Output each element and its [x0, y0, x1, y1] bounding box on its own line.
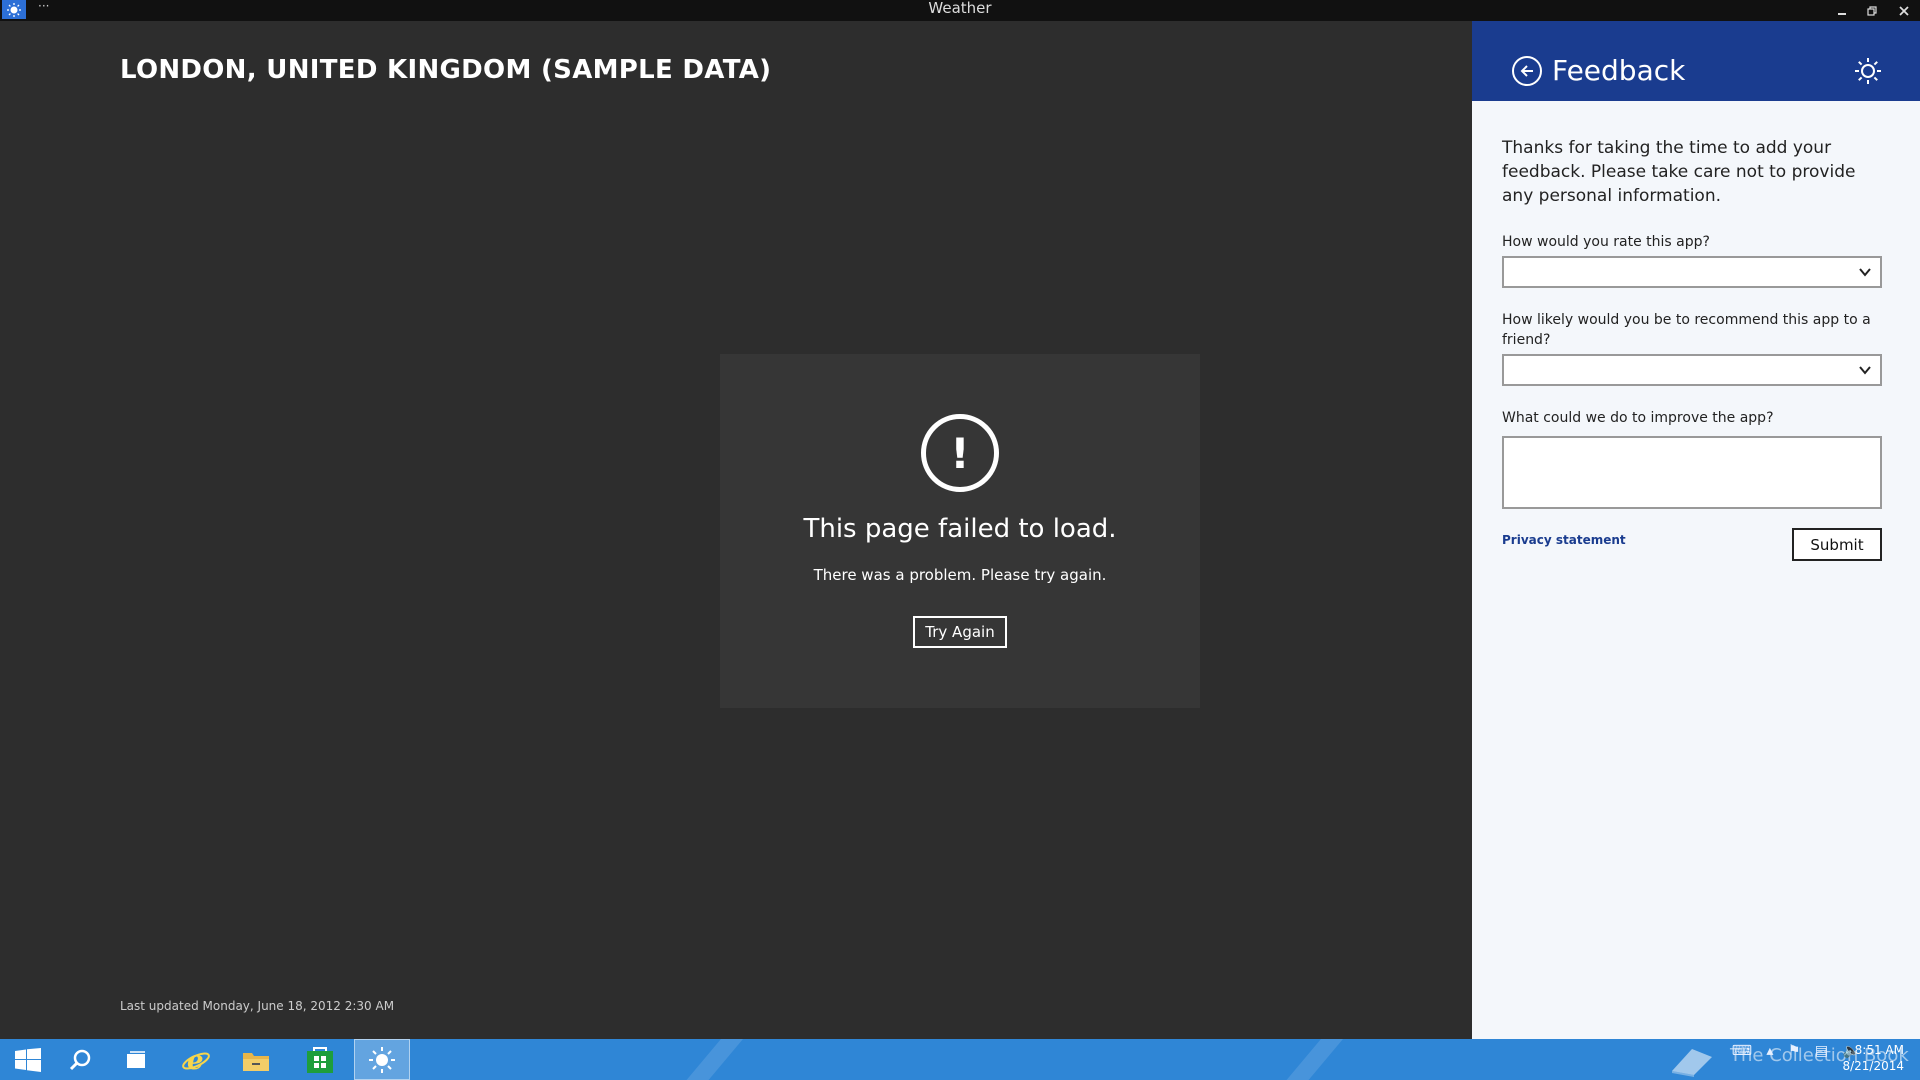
back-arrow-icon[interactable] [1512, 56, 1542, 86]
task-view-icon [127, 1050, 145, 1068]
warning-icon: ! [921, 414, 999, 492]
weather-taskbar-button[interactable] [354, 1039, 410, 1080]
weather-main-area: LONDON, UNITED KINGDOM (SAMPLE DATA) ! T… [0, 21, 1472, 1039]
feedback-header: Feedback [1472, 21, 1920, 101]
network-icon[interactable]: ▤ [1815, 1043, 1828, 1059]
windows-logo-icon [15, 1047, 41, 1072]
improve-textarea[interactable] [1502, 436, 1882, 509]
clock[interactable]: 8:51 AM 8/21/2014 [1842, 1042, 1904, 1074]
clock-date: 8/21/2014 [1842, 1059, 1904, 1073]
flag-icon[interactable]: ⚑ [1788, 1043, 1801, 1059]
chevron-down-icon [1859, 268, 1871, 277]
arrow-up-icon[interactable]: ▴ [1766, 1043, 1773, 1059]
recommend-dropdown[interactable] [1502, 354, 1882, 386]
chevron-down-icon [1859, 366, 1871, 375]
privacy-statement-link[interactable]: Privacy statement [1502, 533, 1626, 547]
feedback-form: Thanks for taking the time to add your f… [1502, 136, 1887, 573]
book-watermark-icon [1672, 1049, 1712, 1077]
clock-time: 8:51 AM [1854, 1043, 1904, 1057]
sun-icon [1855, 58, 1881, 84]
restore-button[interactable] [1858, 0, 1886, 21]
internet-explorer-button[interactable]: e [168, 1039, 224, 1080]
feedback-intro: Thanks for taking the time to add your f… [1502, 138, 1856, 206]
try-again-button[interactable]: Try Again [913, 616, 1007, 648]
taskbar: e The Collection Book ⌨ ▴ ⚑ ▤ 🔈 8:51 AM … [0, 1039, 1920, 1080]
title-bar: ··· Weather [0, 0, 1920, 21]
store-button[interactable] [292, 1039, 348, 1080]
improve-question: What could we do to improve the app? [1502, 410, 1774, 426]
internet-explorer-icon: e [182, 1046, 210, 1075]
error-heading: This page failed to load. [803, 514, 1117, 544]
feedback-title: Feedback [1552, 54, 1686, 87]
search-icon [69, 1049, 91, 1070]
search-button[interactable] [52, 1039, 108, 1080]
rating-dropdown[interactable] [1502, 256, 1882, 288]
system-tray: ⌨ ▴ ⚑ ▤ 🔈 [1732, 1043, 1860, 1059]
error-message: There was a problem. Please try again. [813, 566, 1107, 584]
task-view-button[interactable] [108, 1039, 164, 1080]
weather-sun-icon [369, 1046, 395, 1073]
minimize-button[interactable] [1828, 0, 1856, 21]
window-title: Weather [928, 0, 992, 17]
taskbar-decoration [670, 1039, 752, 1080]
rate-question: How would you rate this app? [1502, 234, 1710, 250]
close-button[interactable] [1890, 0, 1918, 21]
recommend-question: How likely would you be to recommend thi… [1502, 312, 1871, 348]
folder-icon [243, 1052, 269, 1071]
svg-text:e: e [187, 1046, 204, 1075]
last-updated-text: Last updated Monday, June 18, 2012 2:30 … [120, 999, 395, 1013]
submit-button[interactable]: Submit [1792, 528, 1882, 561]
warning-symbol: ! [950, 428, 970, 478]
keyboard-icon[interactable]: ⌨ [1732, 1043, 1752, 1059]
location-title: LONDON, UNITED KINGDOM (SAMPLE DATA) [120, 55, 772, 85]
start-button[interactable] [0, 1039, 56, 1080]
error-card: ! This page failed to load. There was a … [720, 354, 1200, 708]
store-icon [307, 1046, 333, 1073]
file-explorer-button[interactable] [228, 1039, 284, 1080]
feedback-pane: Feedback Thanks for taking the time to a… [1472, 21, 1920, 1039]
taskbar-decoration [1270, 1039, 1352, 1080]
